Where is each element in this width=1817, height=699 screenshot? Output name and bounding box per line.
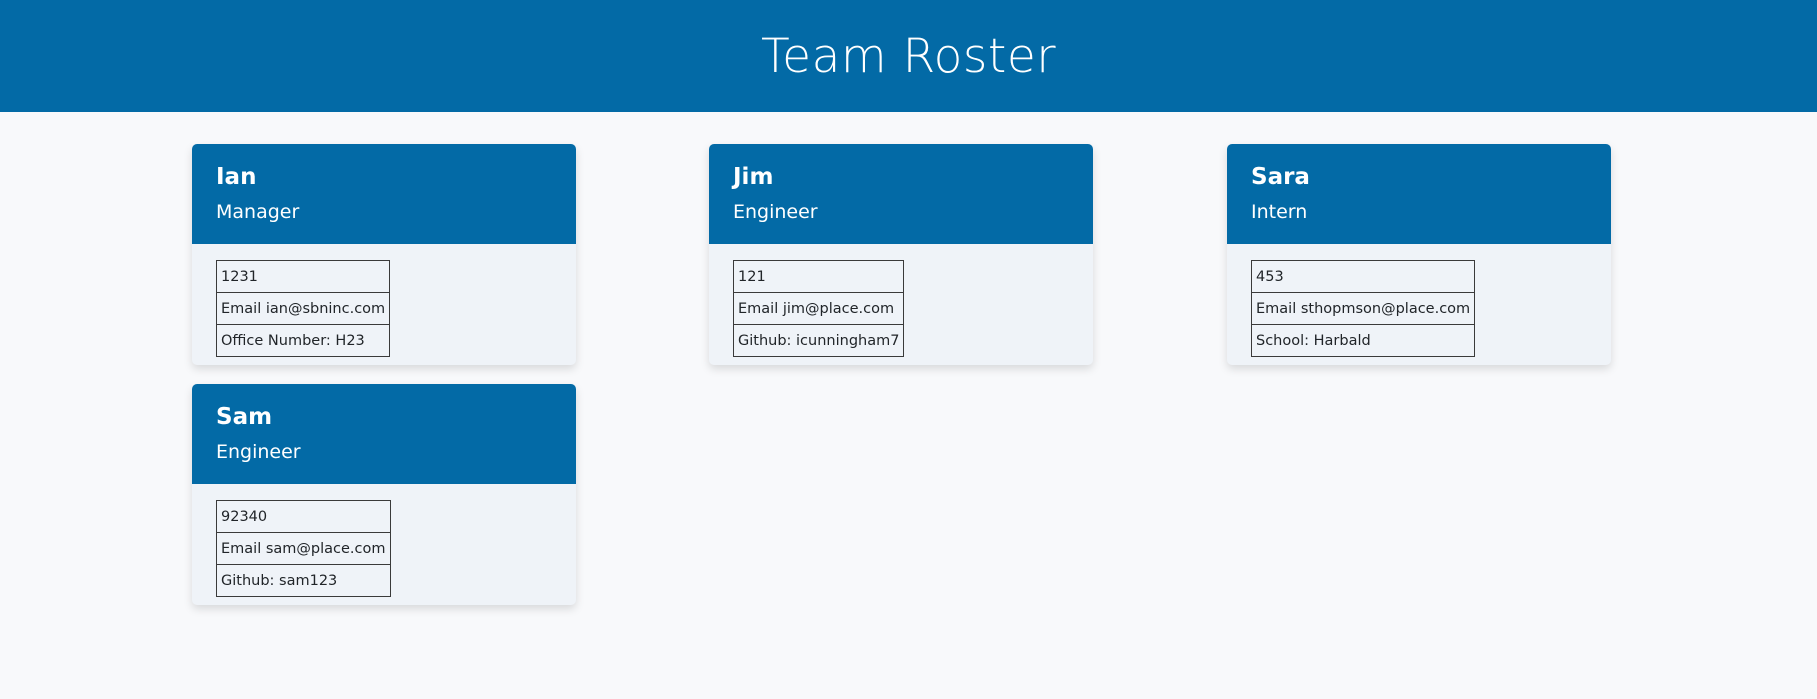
card-header: Sara Intern — [1227, 144, 1611, 244]
employee-card-ian: Ian Manager 1231 Email ian@sbninc.com Of… — [192, 144, 576, 365]
employee-info-table: 121 Email jim@place.com Github: icunning… — [732, 260, 905, 357]
info-row-extra: Github: icunningham7 — [732, 324, 905, 357]
info-row-id: 1231 — [215, 260, 391, 293]
page-title: Team Roster — [760, 28, 1057, 84]
employee-info-table: 92340 Email sam@place.com Github: sam123 — [216, 500, 391, 597]
roster-container: Ian Manager 1231 Email ian@sbninc.com Of… — [0, 112, 1817, 699]
employee-card-sara: Sara Intern 453 Email sthopmson@place.co… — [1227, 144, 1611, 365]
employee-role: Engineer — [216, 441, 301, 463]
card-body: 121 Email jim@place.com Github: icunning… — [709, 244, 1093, 365]
info-row-email: Email jim@place.com — [732, 292, 905, 325]
employee-id: 453 — [1250, 260, 1476, 293]
info-row-email: Email sthopmson@place.com — [1250, 292, 1476, 325]
employee-email: Email sthopmson@place.com — [1250, 292, 1476, 325]
card-header: Jim Engineer — [709, 144, 1093, 244]
employee-role: Engineer — [733, 201, 818, 223]
employee-card-sam: Sam Engineer 92340 Email sam@place.com G… — [192, 384, 576, 605]
employee-email: Email sam@place.com — [216, 532, 391, 565]
employee-id: 92340 — [216, 500, 391, 533]
info-row-extra: School: Harbald — [1250, 324, 1476, 357]
card-body: 92340 Email sam@place.com Github: sam123 — [192, 484, 576, 605]
info-row-email: Email ian@sbninc.com — [215, 292, 391, 325]
employee-email: Email jim@place.com — [732, 292, 905, 325]
employee-id: 121 — [732, 260, 905, 293]
employee-github: Github: sam123 — [216, 564, 391, 597]
info-row-extra: Office Number: H23 — [215, 324, 391, 357]
card-body: 453 Email sthopmson@place.com School: Ha… — [1227, 244, 1611, 365]
info-row-id: 92340 — [216, 500, 391, 533]
employee-name: Sam — [216, 404, 273, 430]
employee-github: Github: icunningham7 — [732, 324, 905, 357]
employee-role: Manager — [216, 201, 300, 223]
info-row-extra: Github: sam123 — [216, 564, 391, 597]
employee-card-jim: Jim Engineer 121 Email jim@place.com Git… — [709, 144, 1093, 365]
card-header: Ian Manager — [192, 144, 576, 244]
info-row-email: Email sam@place.com — [216, 532, 391, 565]
info-row-id: 453 — [1250, 260, 1476, 293]
employee-name: Jim — [733, 164, 774, 190]
card-body: 1231 Email ian@sbninc.com Office Number:… — [192, 244, 576, 365]
employee-name: Ian — [216, 164, 257, 190]
employee-info-table: 1231 Email ian@sbninc.com Office Number:… — [215, 260, 391, 357]
employee-school: School: Harbald — [1250, 324, 1476, 357]
employee-office-number: Office Number: H23 — [215, 324, 391, 357]
employee-email: Email ian@sbninc.com — [215, 292, 391, 325]
employee-name: Sara — [1251, 164, 1310, 190]
employee-id: 1231 — [215, 260, 391, 293]
employee-info-table: 453 Email sthopmson@place.com School: Ha… — [1250, 260, 1476, 357]
card-header: Sam Engineer — [192, 384, 576, 484]
page-header: Team Roster — [0, 0, 1817, 112]
employee-role: Intern — [1251, 201, 1308, 223]
info-row-id: 121 — [732, 260, 905, 293]
